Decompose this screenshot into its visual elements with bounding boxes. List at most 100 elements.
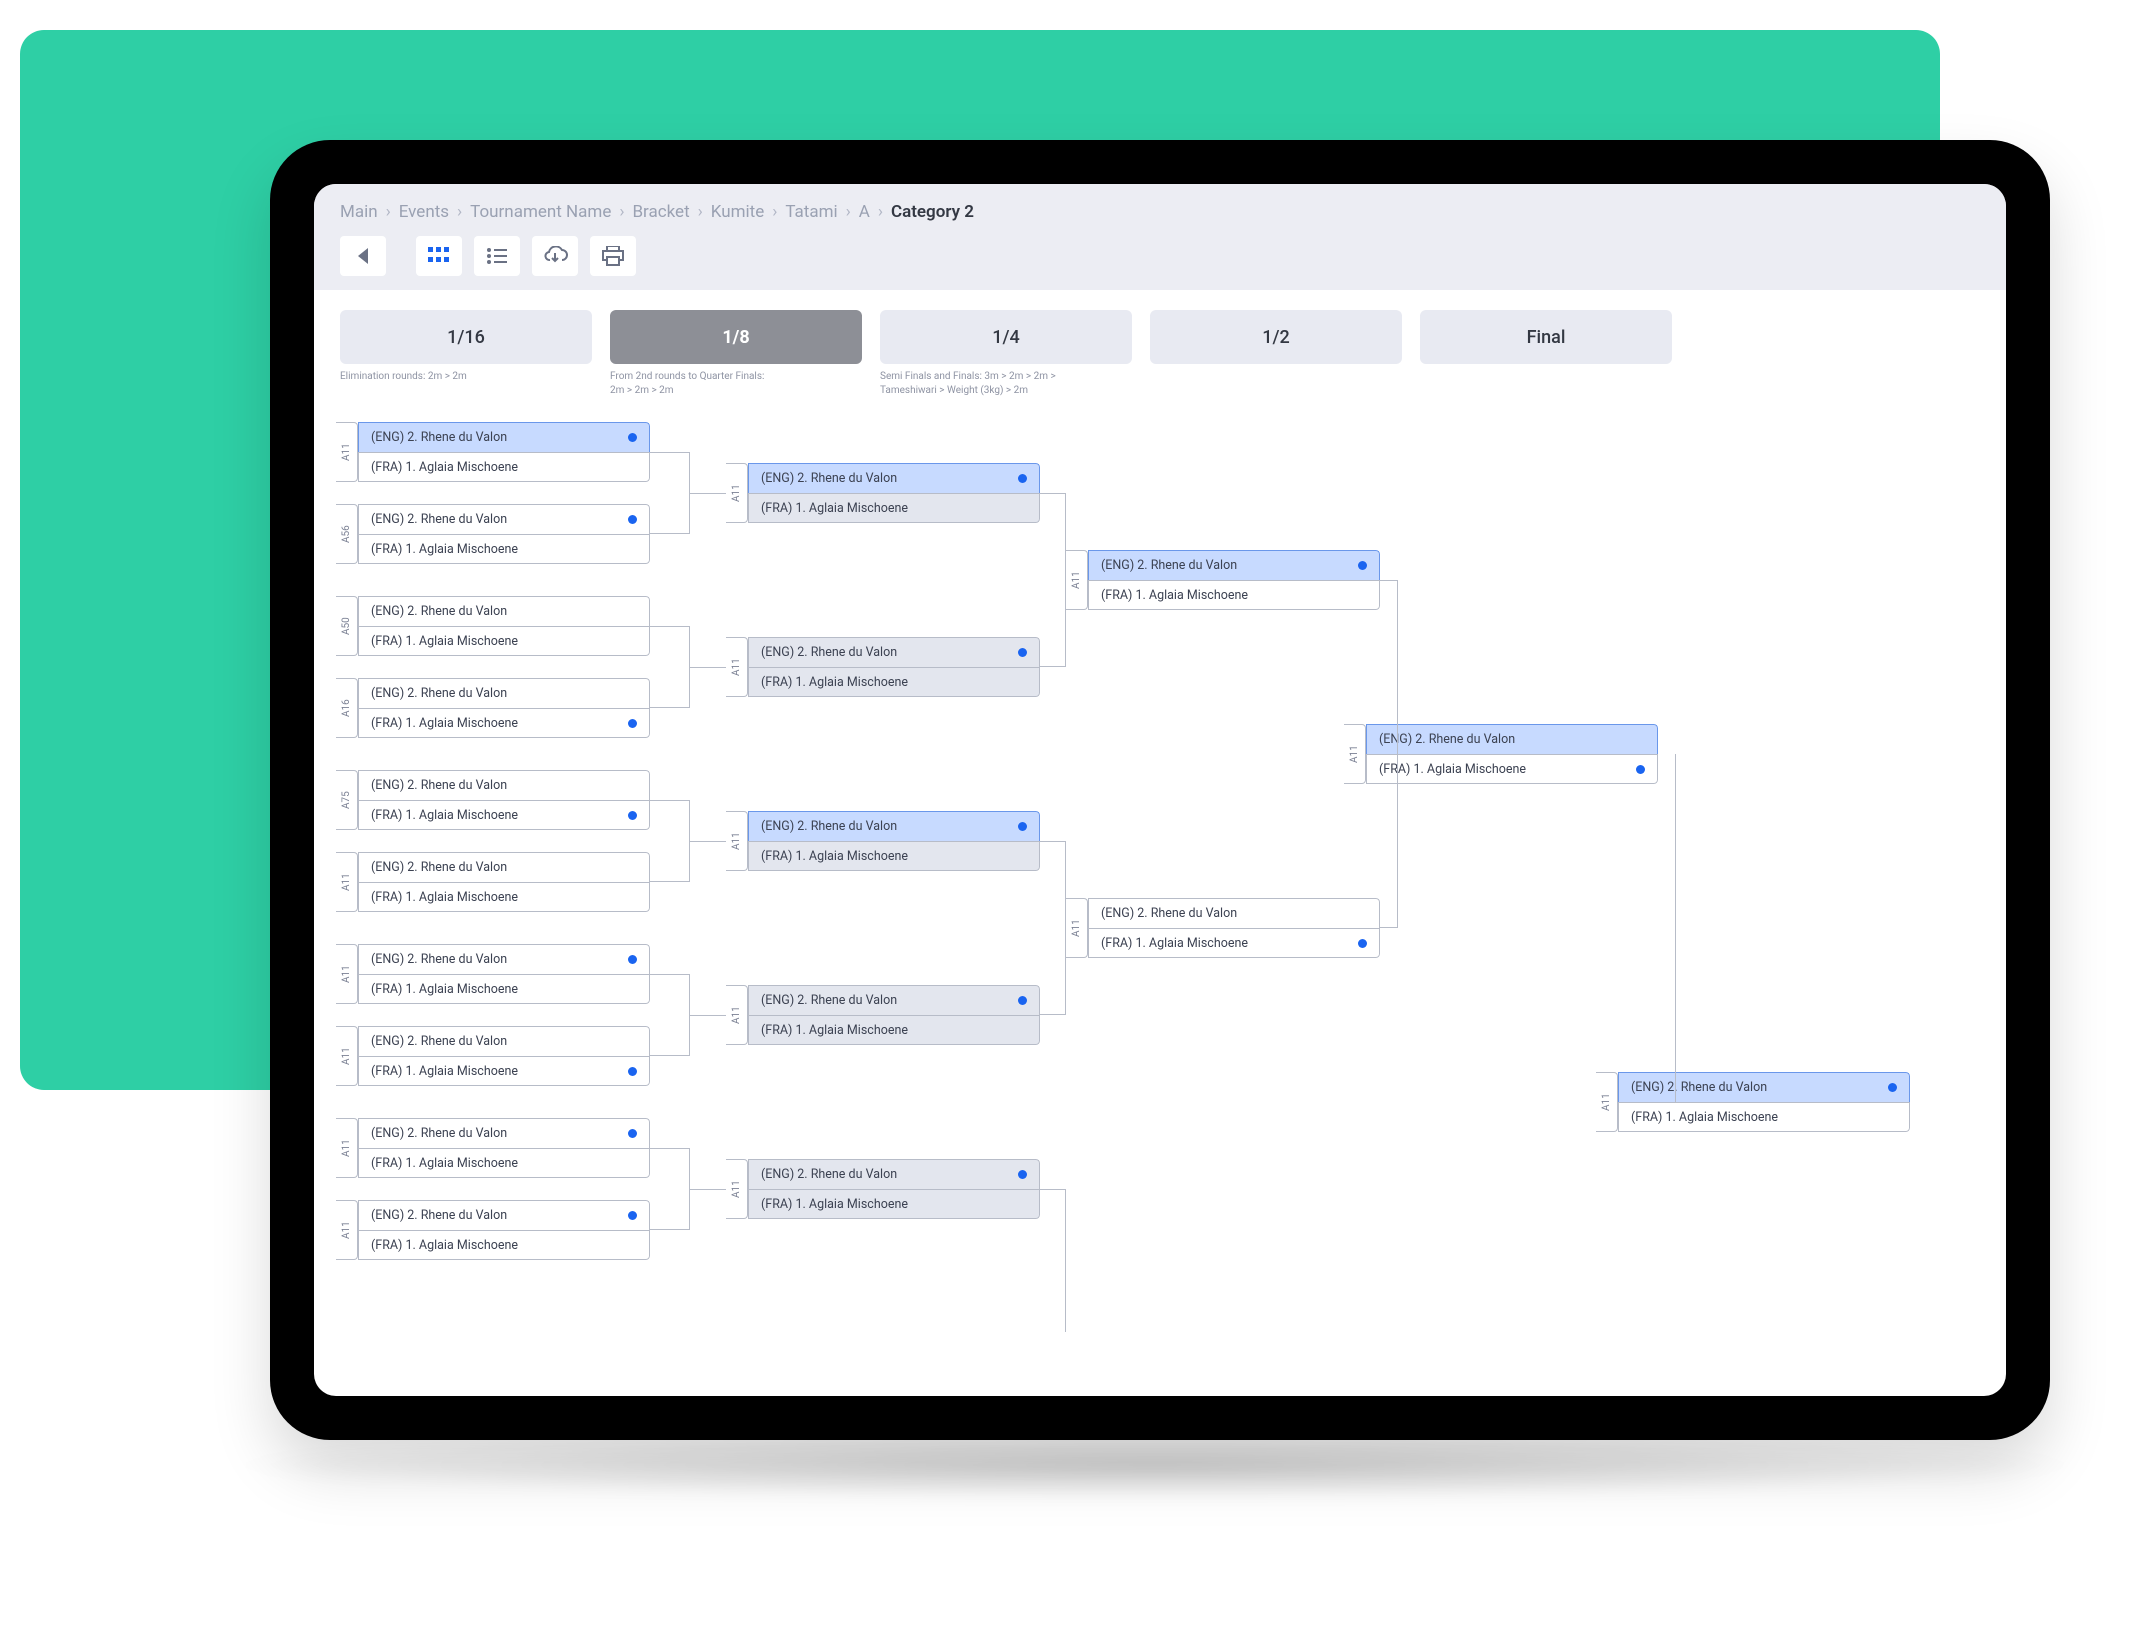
match-player-top[interactable]: (ENG) 2. Rhene du Valon (748, 1159, 1040, 1189)
match-player-top[interactable]: (ENG) 2. Rhene du Valon (358, 422, 650, 452)
bracket-match[interactable]: A11(ENG) 2. Rhene du Valon(FRA) 1. Aglai… (726, 985, 1040, 1045)
match-player-top[interactable]: (ENG) 2. Rhene du Valon (358, 852, 650, 882)
player-name: (ENG) 2. Rhene du Valon (371, 1208, 507, 1223)
breadcrumb-item[interactable]: Tournament Name (470, 202, 611, 222)
bracket-match[interactable]: A75(ENG) 2. Rhene du Valon(FRA) 1. Aglai… (336, 770, 650, 830)
bracket-match[interactable]: A11(ENG) 2. Rhene du Valon(FRA) 1. Aglai… (726, 1159, 1040, 1219)
toolbar (340, 236, 1980, 276)
score-dot-icon (628, 1067, 637, 1076)
match-player-bottom[interactable]: (FRA) 1. Aglaia Mischoene (748, 1015, 1040, 1045)
player-name: (FRA) 1. Aglaia Mischoene (371, 634, 518, 649)
breadcrumb-item[interactable]: Bracket (632, 202, 689, 222)
match-id: A75 (336, 770, 358, 830)
match-id: A11 (1344, 724, 1366, 784)
match-player-bottom[interactable]: (FRA) 1. Aglaia Mischoene (358, 1148, 650, 1178)
player-name: (ENG) 2. Rhene du Valon (1631, 1080, 1767, 1095)
player-name: (FRA) 1. Aglaia Mischoene (761, 1197, 908, 1212)
score-dot-icon (1018, 474, 1027, 483)
match-player-bottom[interactable]: (FRA) 1. Aglaia Mischoene (358, 974, 650, 1004)
round-tab-1-16[interactable]: 1/16 Elimination rounds: 2m > 2m (340, 310, 592, 398)
match-player-top[interactable]: (ENG) 2. Rhene du Valon (358, 1118, 650, 1148)
bracket-match[interactable]: A50(ENG) 2. Rhene du Valon(FRA) 1. Aglai… (336, 596, 650, 656)
player-name: (FRA) 1. Aglaia Mischoene (371, 1156, 518, 1171)
match-player-bottom[interactable]: (FRA) 1. Aglaia Mischoene (358, 882, 650, 912)
bracket-match[interactable]: A11(ENG) 2. Rhene du Valon(FRA) 1. Aglai… (726, 811, 1040, 871)
player-name: (FRA) 1. Aglaia Mischoene (1101, 588, 1248, 603)
match-player-bottom[interactable]: (FRA) 1. Aglaia Mischoene (358, 708, 650, 738)
match-player-top[interactable]: (ENG) 2. Rhene du Valon (358, 1026, 650, 1056)
match-id: A11 (336, 1026, 358, 1086)
match-player-bottom[interactable]: (FRA) 1. Aglaia Mischoene (748, 493, 1040, 523)
bracket-match[interactable]: A11(ENG) 2. Rhene du Valon(FRA) 1. Aglai… (1066, 898, 1380, 958)
bracket-match[interactable]: A11(ENG) 2. Rhene du Valon(FRA) 1. Aglai… (336, 852, 650, 912)
match-id: A11 (726, 637, 748, 697)
round-note: Semi Finals and Finals: 3m > 2m > 2m > T… (880, 370, 1110, 398)
bracket-connector (1040, 841, 1066, 1015)
bracket-match[interactable]: A16(ENG) 2. Rhene du Valon(FRA) 1. Aglai… (336, 678, 650, 738)
match-player-bottom[interactable]: (FRA) 1. Aglaia Mischoene (358, 1230, 650, 1260)
bracket-match[interactable]: A11(ENG) 2. Rhene du Valon(FRA) 1. Aglai… (336, 1200, 650, 1260)
match-player-bottom[interactable]: (FRA) 1. Aglaia Mischoene (748, 841, 1040, 871)
player-name: (ENG) 2. Rhene du Valon (1101, 906, 1237, 921)
match-player-bottom[interactable]: (FRA) 1. Aglaia Mischoene (748, 667, 1040, 697)
match-player-bottom[interactable]: (FRA) 1. Aglaia Mischoene (358, 1056, 650, 1086)
breadcrumb-item[interactable]: A (859, 202, 870, 222)
match-player-bottom[interactable]: (FRA) 1. Aglaia Mischoene (358, 800, 650, 830)
bracket-match[interactable]: A11(ENG) 2. Rhene du Valon(FRA) 1. Aglai… (336, 1118, 650, 1178)
match-player-top[interactable]: (ENG) 2. Rhene du Valon (748, 637, 1040, 667)
match-player-bottom[interactable]: (FRA) 1. Aglaia Mischoene (358, 534, 650, 564)
match-player-top[interactable]: (ENG) 2. Rhene du Valon (748, 985, 1040, 1015)
match-player-bottom[interactable]: (FRA) 1. Aglaia Mischoene (358, 452, 650, 482)
match-player-bottom[interactable]: (FRA) 1. Aglaia Mischoene (1366, 754, 1658, 784)
breadcrumb-item[interactable]: Tatami (785, 202, 837, 222)
round-tab-1-4[interactable]: 1/4 Semi Finals and Finals: 3m > 2m > 2m… (880, 310, 1132, 398)
bracket-match[interactable]: A11(ENG) 2. Rhene du Valon(FRA) 1. Aglai… (1596, 1072, 1910, 1132)
breadcrumb-item[interactable]: Events (399, 202, 449, 222)
match-player-top[interactable]: (ENG) 2. Rhene du Valon (1366, 724, 1658, 754)
match-player-top[interactable]: (ENG) 2. Rhene du Valon (358, 678, 650, 708)
match-player-top[interactable]: (ENG) 2. Rhene du Valon (358, 1200, 650, 1230)
round-tab-final[interactable]: Final (1420, 310, 1672, 398)
round-tab-label: 1/8 (610, 310, 862, 364)
score-dot-icon (1888, 1083, 1897, 1092)
match-player-bottom[interactable]: (FRA) 1. Aglaia Mischoene (748, 1189, 1040, 1219)
bracket-match[interactable]: A11(ENG) 2. Rhene du Valon(FRA) 1. Aglai… (1066, 550, 1380, 610)
round-tab-1-8[interactable]: 1/8 From 2nd rounds to Quarter Finals: 2… (610, 310, 862, 398)
match-player-bottom[interactable]: (FRA) 1. Aglaia Mischoene (1618, 1102, 1910, 1132)
bracket-match[interactable]: A11(ENG) 2. Rhene du Valon(FRA) 1. Aglai… (336, 1026, 650, 1086)
match-player-top[interactable]: (ENG) 2. Rhene du Valon (358, 596, 650, 626)
chevron-right-icon: › (457, 202, 462, 222)
bracket-area[interactable]: A11(ENG) 2. Rhene du Valon(FRA) 1. Aglai… (314, 412, 2006, 1332)
match-player-bottom[interactable]: (FRA) 1. Aglaia Mischoene (1088, 928, 1380, 958)
player-name: (ENG) 2. Rhene du Valon (761, 471, 897, 486)
match-id: A11 (726, 463, 748, 523)
match-player-top[interactable]: (ENG) 2. Rhene du Valon (358, 770, 650, 800)
print-button[interactable] (590, 236, 636, 276)
cloud-download-button[interactable] (532, 236, 578, 276)
match-player-bottom[interactable]: (FRA) 1. Aglaia Mischoene (1088, 580, 1380, 610)
player-name: (FRA) 1. Aglaia Mischoene (371, 890, 518, 905)
back-button[interactable] (340, 236, 386, 276)
match-player-top[interactable]: (ENG) 2. Rhene du Valon (358, 504, 650, 534)
list-view-button[interactable] (474, 236, 520, 276)
match-player-top[interactable]: (ENG) 2. Rhene du Valon (1088, 550, 1380, 580)
match-player-bottom[interactable]: (FRA) 1. Aglaia Mischoene (358, 626, 650, 656)
player-name: (ENG) 2. Rhene du Valon (761, 645, 897, 660)
match-player-top[interactable]: (ENG) 2. Rhene du Valon (358, 944, 650, 974)
breadcrumb: Main› Events› Tournament Name› Bracket› … (340, 202, 1980, 222)
breadcrumb-item[interactable]: Main (340, 202, 378, 222)
bracket-connector (650, 626, 690, 708)
match-player-top[interactable]: (ENG) 2. Rhene du Valon (748, 811, 1040, 841)
bracket-match[interactable]: A11 (ENG) 2. Rhene du Valon (FRA) 1. Aglai… (726, 463, 1040, 523)
player-name: (ENG) 2. Rhene du Valon (1101, 558, 1237, 573)
grid-view-button[interactable] (416, 236, 462, 276)
bracket-match[interactable]: A11(ENG) 2. Rhene du Valon(FRA) 1. Aglai… (336, 944, 650, 1004)
match-player-top[interactable]: (ENG) 2. Rhene du Valon (748, 463, 1040, 493)
round-tab-1-2[interactable]: 1/2 (1150, 310, 1402, 398)
bracket-match[interactable]: A11 (ENG) 2. Rhene du Valon (FRA) 1. Aglai… (726, 637, 1040, 697)
bracket-match[interactable]: A11(ENG) 2. Rhene du Valon(FRA) 1. Aglai… (336, 422, 650, 482)
match-player-top[interactable]: (ENG) 2. Rhene du Valon (1088, 898, 1380, 928)
breadcrumb-item[interactable]: Kumite (711, 202, 764, 222)
bracket-match[interactable]: A56(ENG) 2. Rhene du Valon(FRA) 1. Aglai… (336, 504, 650, 564)
player-name: (ENG) 2. Rhene du Valon (761, 819, 897, 834)
